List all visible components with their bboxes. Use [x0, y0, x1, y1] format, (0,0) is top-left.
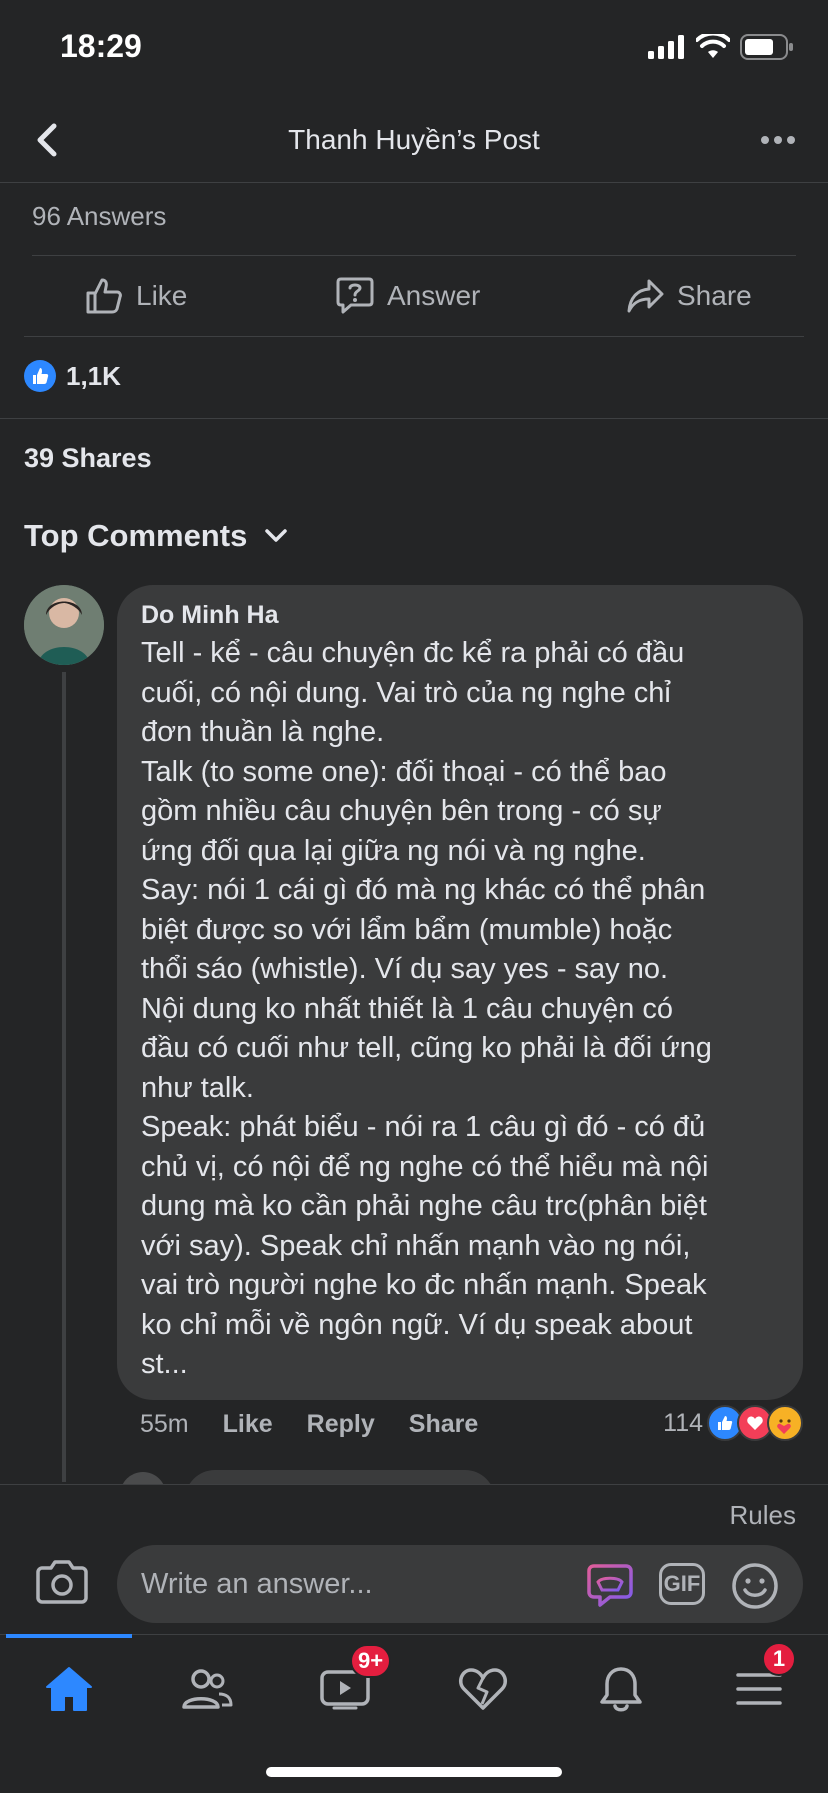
comment-share-button[interactable]: Share: [409, 1410, 478, 1439]
stats-divider: [32, 255, 796, 256]
reaction-count: 1,1K: [66, 360, 121, 391]
rules-link[interactable]: Rules: [730, 1500, 796, 1531]
status-time: 18:29: [60, 28, 142, 64]
comment-bubble[interactable]: Do Minh Ha Tell - kể - câu chuyện đc kể …: [117, 585, 803, 1400]
camera-button[interactable]: [36, 1558, 88, 1609]
avatar-sticker-button[interactable]: [586, 1562, 634, 1613]
comment-reactions[interactable]: 114: [663, 1405, 803, 1441]
comment-text: Tell - kể - câu chuyện đc kể ra phải có …: [141, 637, 712, 1380]
actions-divider: [24, 336, 804, 337]
signal-icon: [648, 35, 684, 59]
more-icon: [761, 136, 795, 144]
home-indicator: [266, 1767, 562, 1777]
comment-like-button[interactable]: Like: [223, 1410, 273, 1439]
tab-friends[interactable]: [172, 1654, 242, 1724]
answer-button[interactable]: Answer: [335, 276, 480, 316]
emoji-button[interactable]: [731, 1562, 779, 1615]
care-reaction-icon: [767, 1405, 803, 1441]
comment-reaction-count: 114: [663, 1408, 703, 1437]
like-reaction-icon: [24, 360, 56, 392]
home-icon: [46, 1667, 92, 1711]
share-arrow-icon: [627, 279, 664, 313]
share-button[interactable]: Share: [625, 276, 752, 316]
thumbs-up-icon: [86, 278, 122, 314]
avatar[interactable]: [24, 585, 104, 665]
battery-icon: [740, 34, 793, 60]
shares-count[interactable]: 39 Shares: [24, 443, 152, 474]
more-options-button[interactable]: [760, 128, 796, 157]
header-divider: [0, 182, 828, 183]
avatar-sticker-icon: [587, 1564, 633, 1607]
watch-badge: 9+: [350, 1644, 392, 1678]
menu-badge: 1: [762, 1642, 796, 1676]
camera-icon: [36, 1560, 88, 1604]
friends-icon: [182, 1669, 233, 1709]
reactions-divider: [0, 418, 828, 419]
question-bubble-icon: [336, 277, 374, 314]
gif-button[interactable]: GIF: [659, 1563, 705, 1605]
comment-actions: 55m Like Reply Share: [140, 1410, 478, 1439]
comment-sort-label: Top Comments: [24, 518, 248, 553]
like-button[interactable]: Like: [84, 276, 187, 316]
active-tab-indicator: [6, 1634, 132, 1638]
like-label: Like: [136, 280, 188, 311]
wifi-icon: [696, 34, 730, 58]
comment-sort-dropdown[interactable]: Top Comments: [24, 518, 288, 554]
comment-author[interactable]: Do Minh Ha: [141, 601, 779, 630]
gif-label: GIF: [663, 1571, 701, 1596]
comment-reply-button[interactable]: Reply: [307, 1410, 375, 1439]
heart-icon: [459, 1668, 507, 1710]
answer-label: Answer: [387, 280, 481, 311]
smiley-icon: [732, 1563, 778, 1609]
tab-notifications[interactable]: [586, 1654, 656, 1724]
share-label: Share: [677, 280, 752, 311]
page-title: Thanh Huyền’s Post: [288, 124, 540, 155]
status-icons: [648, 34, 794, 60]
chevron-down-icon: [265, 529, 288, 542]
thread-line: [62, 672, 66, 1482]
reaction-summary[interactable]: 1,1K: [24, 360, 121, 392]
answers-count[interactable]: 96 Answers: [32, 201, 166, 232]
comment-time: 55m: [140, 1410, 189, 1438]
avatar-photo: [24, 585, 104, 665]
bell-icon: [600, 1667, 642, 1712]
tab-dating[interactable]: [448, 1654, 518, 1724]
tab-home[interactable]: [34, 1654, 104, 1724]
